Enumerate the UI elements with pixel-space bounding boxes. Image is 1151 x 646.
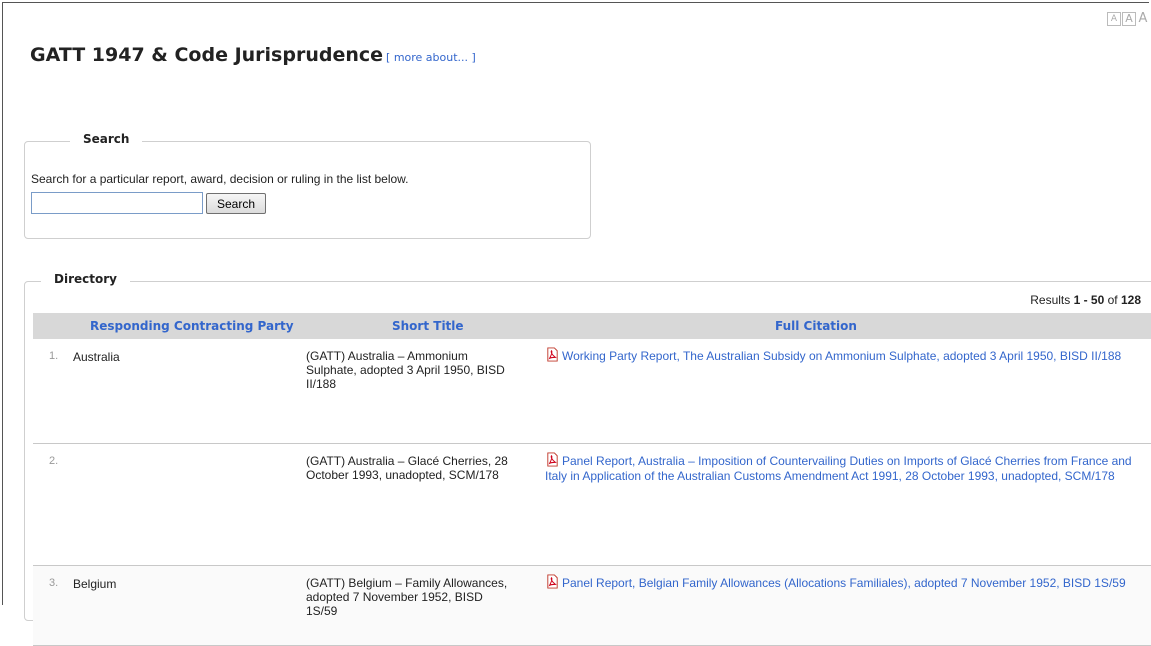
- font-size-controls: A A A: [1107, 12, 1149, 26]
- row-short-title: (GATT) Belgium – Family Allowances, adop…: [306, 576, 508, 618]
- table-header: Responding Contracting Party Short Title…: [33, 313, 1151, 339]
- more-about-link[interactable]: [ more about... ]: [386, 51, 476, 64]
- search-fieldset: Search Search for a particular report, a…: [24, 132, 591, 239]
- row-short-title: (GATT) Australia – Ammonium Sulphate, ad…: [306, 349, 505, 391]
- directory-table: Responding Contracting Party Short Title…: [33, 313, 1151, 646]
- column-header-full-citation[interactable]: Full Citation: [775, 319, 857, 333]
- row-party: Australia: [73, 350, 120, 364]
- citation-text: Panel Report, Belgian Family Allowances …: [562, 576, 1126, 590]
- table-row: 3. Belgium (GATT) Belgium – Family Allow…: [33, 566, 1151, 646]
- column-header-short-title[interactable]: Short Title: [392, 319, 464, 333]
- results-prefix: Results: [1030, 293, 1074, 307]
- results-count: Results 1 - 50 of 128: [1030, 293, 1141, 307]
- row-number: 2.: [49, 455, 59, 467]
- results-total: 128: [1120, 293, 1141, 307]
- font-size-large-button[interactable]: A: [1137, 12, 1149, 26]
- pdf-icon: [547, 347, 558, 362]
- row-short-title: (GATT) Australia – Glacé Cherries, 28 Oc…: [306, 454, 508, 482]
- citation-text: Panel Report, Australia – Imposition of …: [545, 454, 1132, 483]
- search-description: Search for a particular report, award, d…: [31, 172, 409, 186]
- search-input[interactable]: [31, 192, 203, 214]
- column-header-party[interactable]: Responding Contracting Party: [90, 319, 294, 333]
- pdf-icon: [547, 452, 558, 467]
- directory-legend: Directory: [41, 272, 130, 286]
- search-button[interactable]: Search: [206, 193, 266, 214]
- row-full-citation: Panel Report, Australia – Imposition of …: [545, 452, 1145, 484]
- results-of: of: [1104, 293, 1121, 307]
- page-title-text: GATT 1947 & Code Jurisprudence: [30, 44, 384, 66]
- directory-fieldset: Directory Results 1 - 50 of 128 Respondi…: [24, 272, 1151, 646]
- row-number: 3.: [49, 577, 59, 589]
- row-full-citation: Panel Report, Belgian Family Allowances …: [545, 574, 1145, 591]
- search-legend: Search: [70, 132, 143, 146]
- font-size-medium-button[interactable]: A: [1122, 12, 1136, 26]
- citation-link[interactable]: Panel Report, Belgian Family Allowances …: [545, 574, 1126, 590]
- citation-link[interactable]: Panel Report, Australia – Imposition of …: [545, 452, 1132, 483]
- table-row: 1. Australia (GATT) Australia – Ammonium…: [33, 339, 1151, 444]
- pdf-icon: [547, 574, 558, 589]
- font-size-small-button[interactable]: A: [1107, 12, 1121, 26]
- results-range: 1 - 50: [1073, 293, 1105, 307]
- citation-text: Working Party Report, The Australian Sub…: [562, 349, 1122, 363]
- citation-link[interactable]: Working Party Report, The Australian Sub…: [545, 347, 1122, 363]
- row-full-citation: Working Party Report, The Australian Sub…: [545, 347, 1145, 364]
- row-number: 1.: [49, 350, 59, 362]
- row-party: Belgium: [73, 577, 117, 591]
- page-title: GATT 1947 & Code Jurisprudence[ more abo…: [30, 44, 476, 66]
- table-row: 2. (GATT) Australia – Glacé Cherries, 28…: [33, 444, 1151, 566]
